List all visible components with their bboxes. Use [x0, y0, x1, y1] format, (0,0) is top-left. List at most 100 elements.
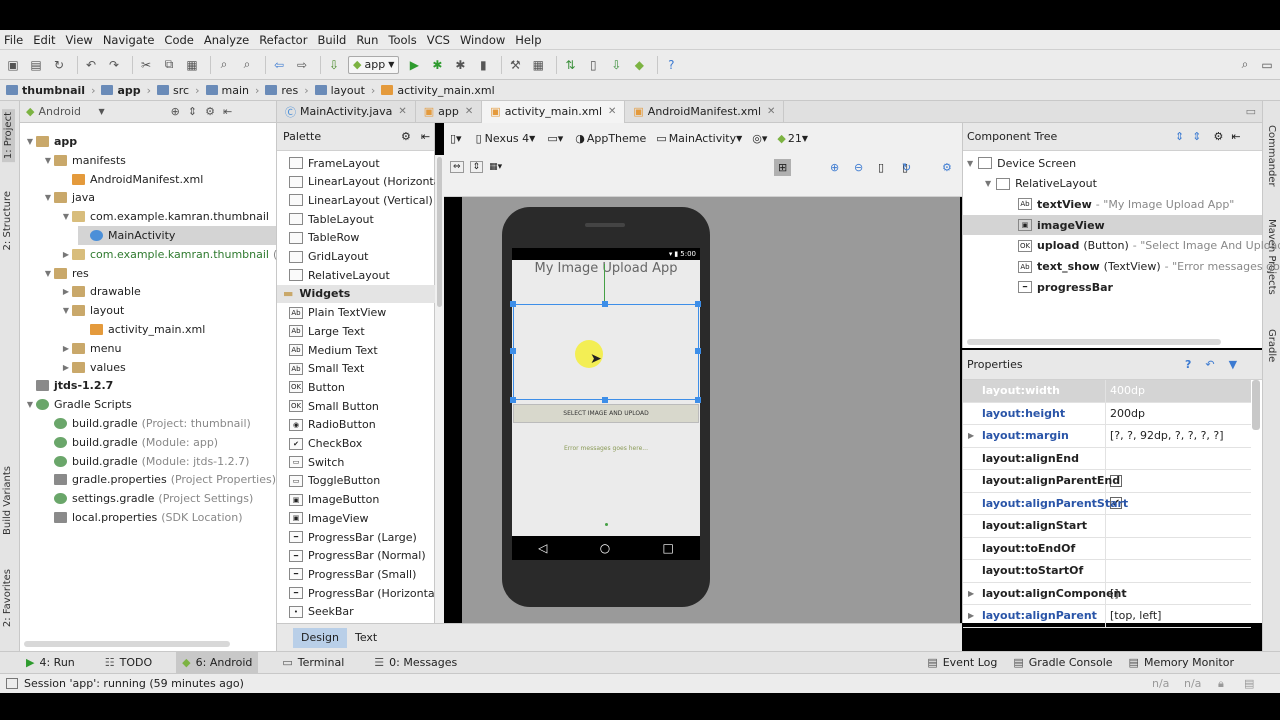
palette-item[interactable]: Ab Small Text [289, 360, 364, 378]
tool-window-tab[interactable]: ☷ TODO [99, 652, 158, 674]
tab-text[interactable]: Text [347, 628, 385, 648]
palette-item[interactable]: FrameLayout [289, 154, 380, 172]
breadcrumb-item[interactable]: app › [101, 84, 151, 97]
expanded-arrow-icon[interactable]: ▼ [967, 159, 973, 168]
resize-handle[interactable] [510, 397, 516, 403]
zoom-actual-icon[interactable]: ▯ [878, 161, 884, 174]
properties-scrollbar[interactable] [1252, 380, 1260, 430]
palette-item[interactable]: ◉ RadioButton [289, 416, 376, 434]
tool-window-tab[interactable]: ▶ 4: Run [20, 652, 81, 674]
stop-icon[interactable]: ▮ [474, 56, 492, 74]
project-view-select[interactable]: Android [38, 105, 98, 118]
menu-analyze[interactable]: Analyze [204, 33, 249, 47]
close-icon[interactable]: ✕ [767, 106, 775, 117]
find-icon[interactable]: ⌕ [215, 56, 233, 74]
sdk-manager-icon[interactable]: ⇩ [607, 56, 625, 74]
tool-tab-structure[interactable]: 2: Structure [2, 191, 13, 250]
menu-run[interactable]: Run [356, 33, 378, 47]
component-tree-item[interactable]: Ab text_show (TextView) - "Error messages g… [1003, 257, 1280, 277]
tool-window-tab[interactable]: ☰ 0: Messages [368, 652, 463, 674]
tree-item[interactable]: ▼ Gradle Scripts [24, 395, 132, 414]
image-view-selection[interactable] [513, 304, 699, 400]
tree-item[interactable]: ▶ menu [60, 339, 122, 358]
tool-tab-build-variants[interactable]: Build Variants [2, 466, 13, 535]
property-row[interactable]: layout:alignParentStart ✔ [963, 492, 1251, 515]
progress-bar[interactable] [605, 523, 608, 526]
menu-window[interactable]: Window [460, 33, 505, 47]
menu-navigate[interactable]: Navigate [103, 33, 155, 47]
settings-icon[interactable]: ⚙ [942, 161, 952, 174]
menu-file[interactable]: File [4, 33, 23, 47]
hide-panel-icon[interactable]: ⇤ [223, 105, 232, 118]
make-project-icon[interactable]: ⇩ [325, 56, 343, 74]
palette-item[interactable]: ━ ProgressBar (Horizontal) [289, 584, 442, 602]
tool-tab-favorites[interactable]: 2: Favorites [2, 569, 13, 627]
palette-group-widgets[interactable]: ▬ Widgets [277, 284, 435, 303]
tool-window-tab[interactable]: ▤ Event Log [921, 652, 1003, 674]
breadcrumb-item[interactable]: src › [157, 84, 200, 97]
attach-debugger-icon[interactable]: ✱ [451, 56, 469, 74]
hide-panel-icon[interactable]: ⇤ [421, 130, 430, 143]
chevron-down-icon[interactable]: ▼ [802, 134, 808, 143]
component-tree-item[interactable]: ━ progressBar [1003, 277, 1113, 297]
gear-icon[interactable]: ⚙ [1213, 130, 1223, 143]
api-select[interactable]: 21 [788, 132, 802, 145]
palette-item[interactable]: RelativeLayout [289, 266, 390, 284]
project-hscroll[interactable] [24, 641, 230, 647]
pan-icon[interactable]: ⊞ [774, 158, 792, 176]
expanded-arrow-icon[interactable]: ▼ [985, 179, 991, 188]
panel-icon[interactable]: ▭ [1258, 56, 1276, 74]
tree-item[interactable]: gradle.properties (Project Properties) [42, 470, 276, 489]
scroll-thumb[interactable] [437, 157, 442, 307]
chevron-down-icon[interactable]: ▼ [529, 134, 535, 143]
layout-variant-icon[interactable]: ▯▾ [450, 132, 462, 145]
palette-item[interactable]: ✔ CheckBox [289, 435, 362, 453]
property-row[interactable]: ▶ layout:alignComponent[] [963, 582, 1251, 605]
collapsed-arrow-icon[interactable]: ▶ [968, 589, 974, 598]
tab-design[interactable]: Design [293, 627, 347, 648]
chevron-down-icon[interactable]: ▼ [736, 134, 742, 143]
palette-item[interactable]: GridLayout [289, 248, 368, 266]
tree-item[interactable]: jtds-1.2.7 [24, 376, 113, 395]
menu-code[interactable]: Code [164, 33, 193, 47]
help-icon[interactable]: ? [662, 56, 680, 74]
close-icon[interactable]: ✕ [608, 106, 616, 117]
tree-item[interactable]: ▶ drawable [60, 282, 141, 301]
cut-icon[interactable]: ✂ [137, 56, 155, 74]
property-value[interactable]: [top, left] [1106, 609, 1161, 622]
menu-vcs[interactable]: VCS [427, 33, 450, 47]
status-panel-icon[interactable] [6, 678, 18, 689]
menu-build[interactable]: Build [317, 33, 346, 47]
fit-width-icon[interactable]: ⇔ [450, 161, 464, 173]
property-row[interactable]: layout:height 200dp [963, 402, 1251, 425]
run-config-select[interactable]: ◆ app ▼ [348, 55, 400, 74]
close-icon[interactable]: ✕ [398, 106, 406, 117]
expanded-arrow-icon[interactable]: ▼ [24, 400, 36, 409]
property-row[interactable]: layout:alignEnd [963, 447, 1251, 470]
tool-window-tab[interactable]: ▤ Gradle Console [1007, 652, 1118, 674]
back-icon[interactable]: ⇦ [270, 56, 288, 74]
palette-item[interactable]: ━ ProgressBar (Small) [289, 565, 416, 583]
tree-item[interactable]: build.gradle (Module: app) [42, 433, 218, 452]
component-tree-item[interactable]: ▼ RelativeLayout [985, 174, 1097, 194]
tool-tab-gradle[interactable]: Gradle [1266, 329, 1277, 362]
collapsed-arrow-icon[interactable]: ▶ [60, 363, 72, 372]
collapsed-arrow-icon[interactable]: ▶ [968, 431, 974, 440]
filter-icon[interactable]: ▼ [1229, 358, 1237, 371]
palette-item[interactable]: Ab Plain TextView [289, 304, 386, 322]
locale-icon[interactable]: ◎▾ [752, 132, 767, 145]
tree-item[interactable]: build.gradle (Module: jtds-1.2.7) [42, 452, 249, 471]
tree-item[interactable]: activity_main.xml [78, 320, 205, 339]
hide-panel-icon[interactable]: ⇤ [1231, 130, 1240, 143]
tree-item[interactable]: ▶com.example.kamran.thumbnail(an [60, 245, 291, 264]
replace-icon[interactable]: ⌕ [238, 56, 256, 74]
gear-icon[interactable]: ⚙ [205, 105, 215, 118]
tool-tab-project[interactable]: 1: Project [2, 109, 15, 163]
resize-handle[interactable] [510, 348, 516, 354]
redo-icon[interactable]: ↷ [105, 56, 123, 74]
property-row[interactable]: layout:toEndOf [963, 537, 1251, 560]
palette-item[interactable]: ▭ Switch [289, 453, 344, 471]
palette-item[interactable]: ▭ ToggleButton [289, 472, 380, 490]
tree-item[interactable]: ▶ values [60, 358, 126, 377]
help-icon[interactable]: ? [1185, 358, 1191, 371]
